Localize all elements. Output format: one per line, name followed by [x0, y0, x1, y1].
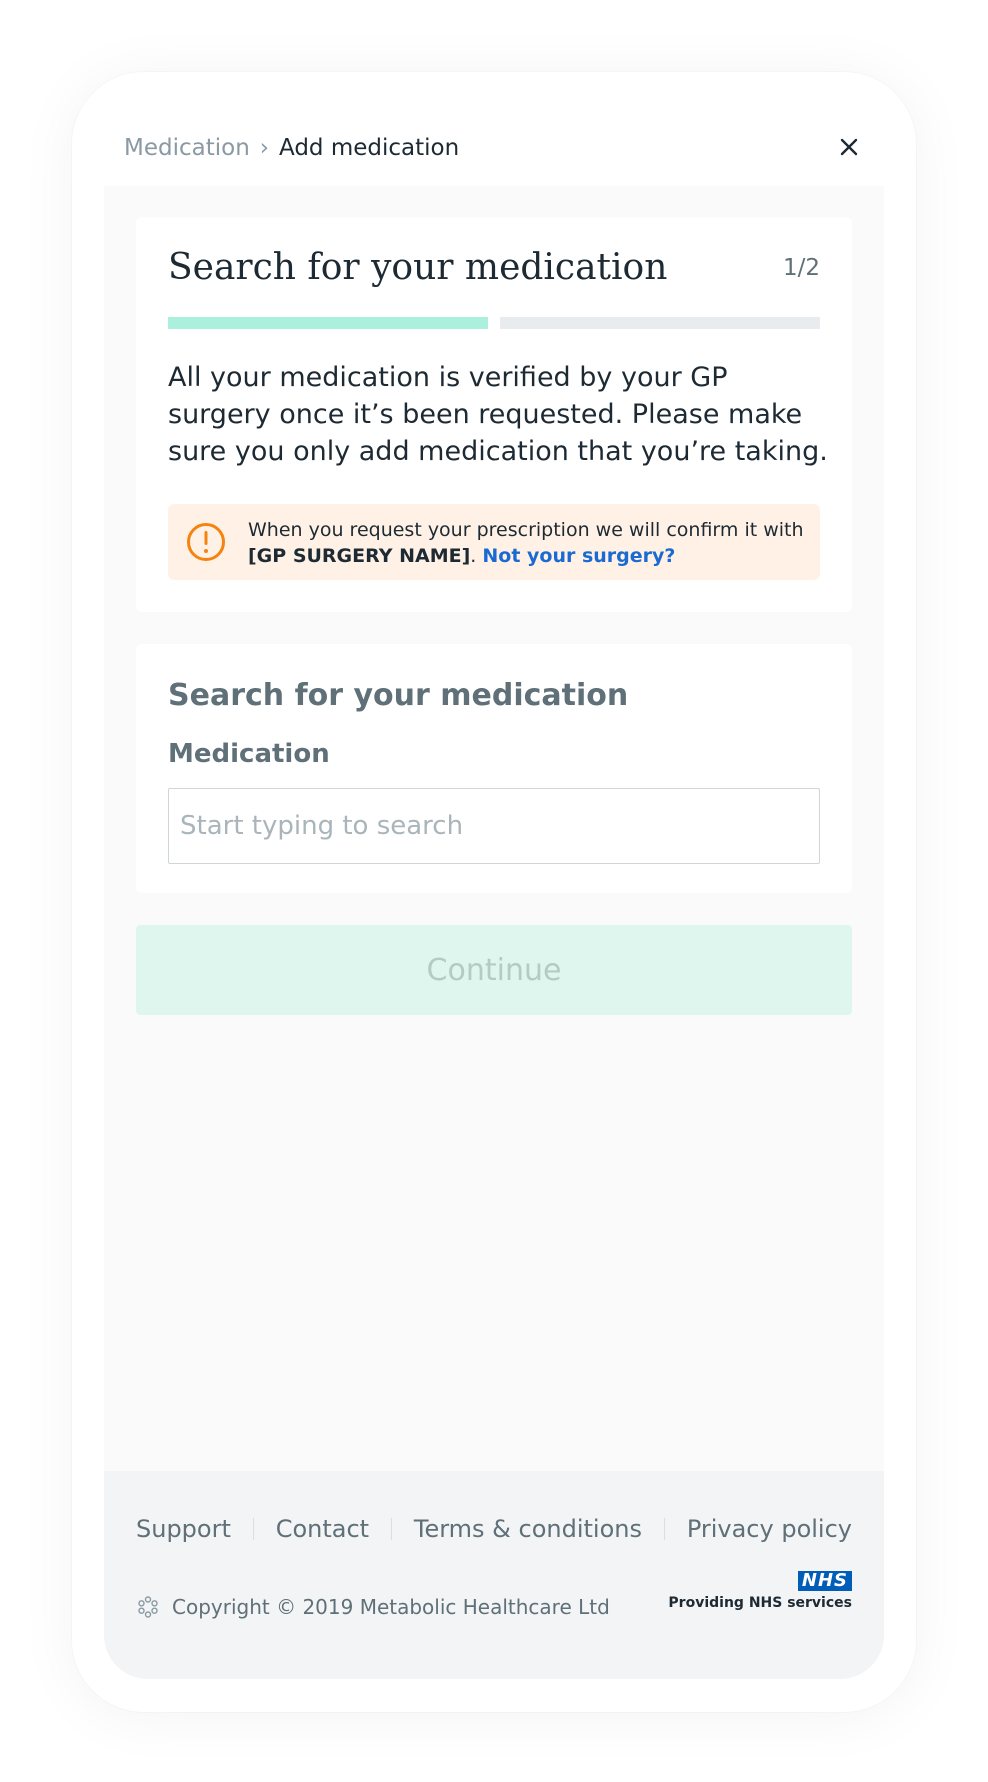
nhs-caption: Providing NHS services	[668, 1595, 852, 1611]
alert-text: When you request your prescription we wi…	[248, 517, 808, 569]
metabolic-logo-icon	[138, 1596, 158, 1618]
step-card: Search for your medication 1/2 All your …	[136, 217, 852, 612]
page-title: Search for your medication	[168, 247, 668, 288]
breadcrumb-parent[interactable]: Medication	[124, 135, 250, 161]
not-your-surgery-link[interactable]: Not your surgery?	[482, 545, 675, 567]
footer-links: Support Contact Terms & conditions Priva…	[136, 1515, 852, 1543]
footer-divider	[252, 1518, 254, 1540]
close-icon	[840, 138, 858, 156]
medication-search-input[interactable]	[168, 788, 820, 864]
medication-label: Medication	[168, 739, 330, 769]
continue-button[interactable]: Continue	[136, 925, 852, 1015]
breadcrumb-separator: ›	[259, 135, 269, 161]
surgery-name: [GP SURGERY NAME]	[248, 545, 471, 567]
footer-link-contact[interactable]: Contact	[276, 1515, 369, 1543]
footer-divider	[663, 1518, 665, 1540]
breadcrumb-current: Add medication	[278, 135, 460, 161]
footer-link-privacy[interactable]: Privacy policy	[687, 1515, 852, 1543]
intro-text: All your medication is verified by your …	[168, 362, 828, 467]
alert-text-after: .	[470, 545, 483, 567]
step-indicator: 1/2	[782, 255, 820, 281]
surgery-alert: When you request your prescription we wi…	[168, 504, 820, 580]
exclamation-circle-icon	[187, 523, 225, 561]
search-card: Search for your medication Medication	[136, 644, 852, 893]
footer: Support Contact Terms & conditions Priva…	[104, 1471, 884, 1679]
nhs-badge: NHS Providing NHS services	[668, 1571, 852, 1611]
close-button[interactable]	[834, 132, 864, 162]
progress-segment-complete	[168, 317, 488, 329]
alert-text-before: When you request your prescription we wi…	[248, 519, 804, 541]
top-bar: Medication › Add medication	[104, 104, 884, 186]
footer-divider	[390, 1518, 392, 1540]
progress-segment-remaining	[500, 317, 820, 329]
nhs-logo: NHS	[797, 1571, 852, 1591]
footer-link-terms[interactable]: Terms & conditions	[414, 1515, 642, 1543]
footer-link-support[interactable]: Support	[136, 1515, 231, 1543]
copyright: Copyright © 2019 Metabolic Healthcare Lt…	[136, 1595, 610, 1619]
search-heading: Search for your medication	[168, 678, 629, 713]
copyright-text: Copyright © 2019 Metabolic Healthcare Lt…	[172, 1595, 610, 1619]
app-screen: Medication › Add medication Search for you…	[104, 104, 884, 1679]
breadcrumb: Medication › Add medication	[124, 134, 459, 162]
